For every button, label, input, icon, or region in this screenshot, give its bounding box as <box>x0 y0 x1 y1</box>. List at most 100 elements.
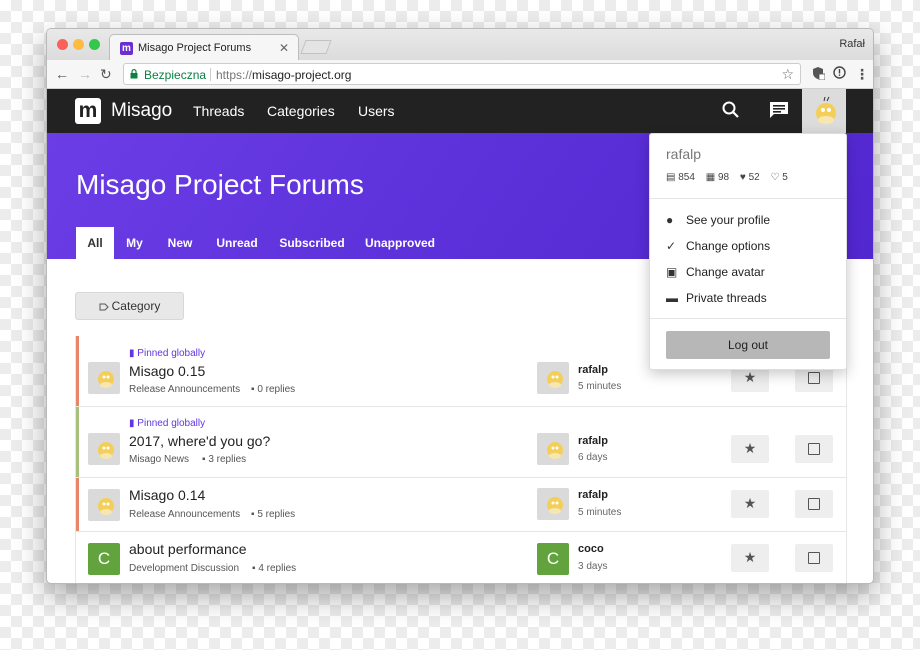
minimize-window-button[interactable] <box>73 39 84 50</box>
thread-title[interactable]: Misago 0.15 <box>129 363 205 379</box>
thread-category[interactable]: Release Announcements <box>129 384 240 395</box>
thread-replies: ▪ 4 replies <box>252 563 296 574</box>
back-arrow-icon[interactable]: ← <box>55 66 69 82</box>
search-icon[interactable] <box>721 100 741 120</box>
thread-title[interactable]: Misago 0.14 <box>129 487 205 503</box>
heart-icon: ♥ <box>739 172 746 183</box>
thread-category[interactable]: Misago News <box>129 454 189 465</box>
bookmark-star-icon[interactable]: ☆ <box>781 66 794 83</box>
nav-categories[interactable]: Categories <box>267 103 335 119</box>
likes-count: 52 <box>748 172 760 183</box>
last-post-time: 5 minutes <box>578 507 622 518</box>
new-tab-button[interactable] <box>300 40 332 54</box>
posts-icon: ▤ <box>666 172 676 183</box>
thread-category[interactable]: Development Discussion <box>129 563 239 574</box>
pinned-badge: ▮ Pinned globally <box>129 418 205 429</box>
menu-change-avatar[interactable]: ▣ Change avatar <box>666 265 765 279</box>
maximize-window-button[interactable] <box>89 39 100 50</box>
site-brand[interactable]: Misago <box>111 100 172 122</box>
subscribe-star-button[interactable]: ★ <box>731 435 769 463</box>
pinned-badge: ▮ Pinned globally <box>129 348 205 359</box>
menu-private-threads[interactable]: ▬ Private threads <box>666 291 767 305</box>
last-poster-avatar[interactable]: C <box>537 543 569 575</box>
menu-change-avatar-label: Change avatar <box>686 265 765 279</box>
dropdown-divider <box>650 318 846 319</box>
url-host: misago-project.org <box>252 68 352 82</box>
url-separator <box>210 68 211 81</box>
message-icon: ▬ <box>666 291 678 305</box>
misago-logo[interactable]: m <box>75 98 101 124</box>
thread-row[interactable]: C about performance Development Discussi… <box>75 532 847 583</box>
subscribe-star-button[interactable]: ★ <box>731 490 769 518</box>
browser-window: m Misago Project Forums ✕ Rafał ← → ↻ Be… <box>46 28 874 584</box>
nav-threads[interactable]: Threads <box>193 103 244 119</box>
last-poster-name[interactable]: rafalp <box>578 489 608 501</box>
last-poster-avatar[interactable] <box>537 362 569 394</box>
reload-icon[interactable]: ↻ <box>100 66 112 82</box>
browser-toolbar: ← → ↻ Bezpieczna https://misago-project.… <box>47 60 873 89</box>
heart-outline-icon: ♡ <box>770 172 780 183</box>
menu-private-threads-label: Private threads <box>686 291 767 305</box>
browser-profile-name[interactable]: Rafał <box>839 38 865 50</box>
nav-users[interactable]: Users <box>358 103 395 119</box>
thread-title[interactable]: 2017, where'd you go? <box>129 433 270 449</box>
browser-tab[interactable]: m Misago Project Forums ✕ <box>109 34 299 61</box>
logout-button[interactable]: Log out <box>666 331 830 359</box>
user-menu-dropdown: rafalp ▤ 854 ▦ 98 ♥ 52 ♡ 5 ● See your pro… <box>649 133 847 370</box>
info-circle-icon[interactable] <box>833 66 846 79</box>
thread-stripe <box>76 336 79 406</box>
tab-title: Misago Project Forums <box>138 42 252 54</box>
subscribe-star-button[interactable]: ★ <box>731 544 769 572</box>
thread-category[interactable]: Release Announcements <box>129 509 240 520</box>
thread-author-avatar[interactable]: C <box>88 543 120 575</box>
checkbox-icon <box>808 552 820 564</box>
posts-count: 854 <box>678 172 695 183</box>
thread-row[interactable]: ▮ Pinned globally 2017, where'd you go? … <box>75 407 847 478</box>
tab-subscribed[interactable]: Subscribed <box>274 227 350 259</box>
thread-row[interactable]: Misago 0.14 Release Announcements ▪ 5 re… <box>75 478 847 532</box>
menu-see-profile[interactable]: ● See your profile <box>666 213 770 227</box>
last-poster-name[interactable]: coco <box>578 543 604 555</box>
replies-icon: ▪ <box>202 454 206 465</box>
tag-icon <box>99 303 109 311</box>
user-avatar-button[interactable] <box>802 89 846 133</box>
stat-followers: ♡ 5 <box>770 172 787 183</box>
close-window-button[interactable] <box>57 39 68 50</box>
private-threads-icon[interactable] <box>768 100 790 120</box>
pinned-label: Pinned globally <box>137 348 206 359</box>
thread-replies: ▪ 0 replies <box>251 384 295 395</box>
select-thread-checkbox[interactable] <box>795 544 833 572</box>
forward-arrow-icon[interactable]: → <box>78 66 92 82</box>
last-poster-avatar[interactable] <box>537 488 569 520</box>
tab-my[interactable]: My <box>119 227 150 259</box>
select-thread-checkbox[interactable] <box>795 435 833 463</box>
last-post-time: 3 days <box>578 561 608 572</box>
extension-icon[interactable] <box>811 66 825 80</box>
thread-replies: ▪ 5 replies <box>251 509 295 520</box>
last-poster-name[interactable]: rafalp <box>578 364 608 376</box>
replies-icon: ▪ <box>251 384 255 395</box>
url-scheme: https:// <box>216 68 253 82</box>
replies-count: 3 replies <box>208 454 247 465</box>
thread-author-avatar[interactable] <box>88 433 120 465</box>
tab-new[interactable]: New <box>159 227 201 259</box>
checkbox-icon <box>808 372 820 384</box>
category-filter-button[interactable]: Category <box>75 292 184 320</box>
tab-all[interactable]: All <box>76 227 114 259</box>
psyduck-avatar-icon <box>802 89 846 133</box>
tab-unapproved[interactable]: Unapproved <box>361 227 439 259</box>
thread-author-avatar[interactable] <box>88 362 120 394</box>
tab-unread[interactable]: Unread <box>211 227 263 259</box>
menu-change-options-label: Change options <box>686 239 771 253</box>
category-filter-label: Category <box>111 299 161 313</box>
last-poster-avatar[interactable] <box>537 433 569 465</box>
dropdown-username[interactable]: rafalp <box>666 146 701 162</box>
menu-kebab-icon[interactable]: ⋮ <box>855 66 869 83</box>
thread-title[interactable]: about performance <box>129 541 247 557</box>
menu-change-options[interactable]: ✓ Change options <box>666 239 770 253</box>
select-thread-checkbox[interactable] <box>795 490 833 518</box>
address-bar[interactable]: Bezpieczna https://misago-project.org ☆ <box>123 63 801 85</box>
thread-author-avatar[interactable] <box>88 489 120 521</box>
tab-close-icon[interactable]: ✕ <box>279 41 289 55</box>
last-poster-name[interactable]: rafalp <box>578 435 608 447</box>
